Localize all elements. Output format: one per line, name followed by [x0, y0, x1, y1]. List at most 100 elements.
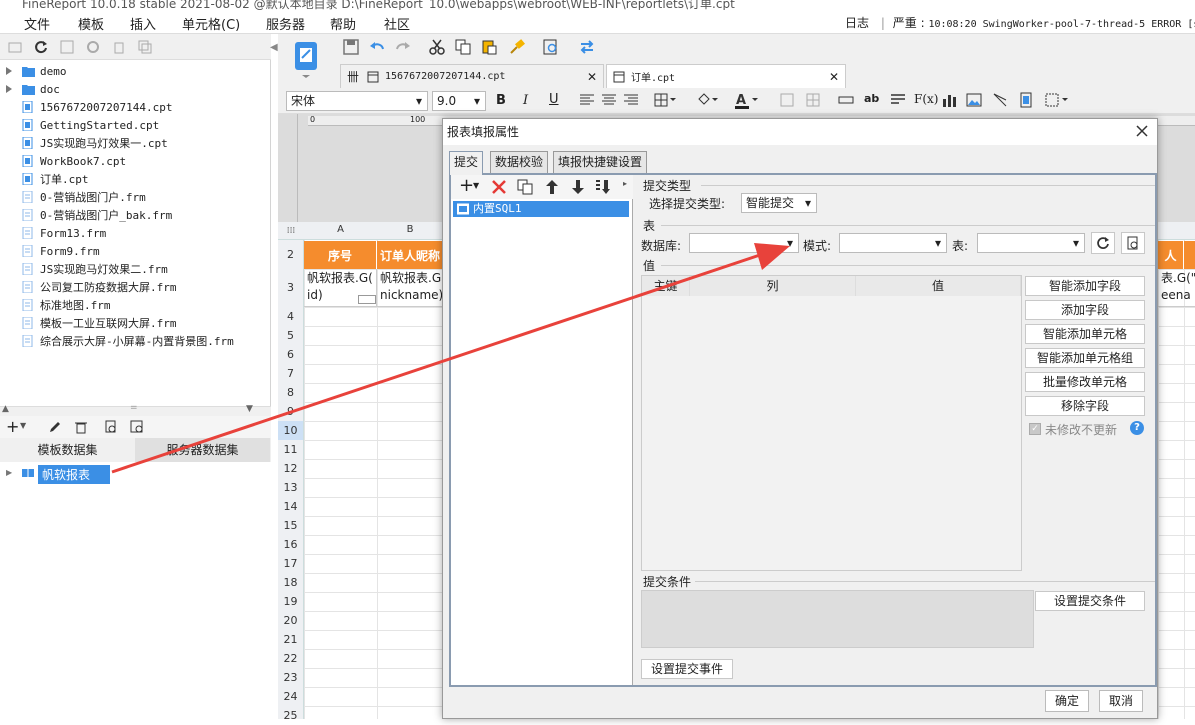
column-primary-key[interactable]: 主键 — [642, 276, 690, 296]
add-icon[interactable]: + — [459, 175, 474, 196]
tree-item[interactable]: 订单.cpt — [0, 170, 270, 188]
tab-server-dataset[interactable]: 服务器数据集 — [135, 438, 270, 462]
submit-type-select[interactable]: 智能提交 ▾ — [741, 193, 817, 213]
row-header-cell[interactable]: 18 — [278, 573, 303, 592]
database-select[interactable]: ▾ — [689, 233, 799, 253]
set-condition-button[interactable]: 设置提交条件 — [1035, 591, 1145, 611]
schema-select[interactable]: ▾ — [839, 233, 947, 253]
preview-icon[interactable] — [542, 38, 560, 56]
tree-item[interactable]: Form9.frm — [0, 242, 270, 260]
tree-item[interactable]: GettingStarted.cpt — [0, 116, 270, 134]
menu-community[interactable]: 社区 — [384, 14, 410, 33]
tree-item[interactable]: 公司复工防疫数据大屏.frm — [0, 278, 270, 296]
tab-shortcut-settings[interactable]: 填报快捷键设置 — [553, 151, 648, 173]
smart-add-field-button[interactable]: 智能添加字段 — [1025, 276, 1145, 296]
collapse-left-icon[interactable]: ◀ — [270, 42, 278, 53]
row-header-cell[interactable]: 21 — [278, 630, 303, 649]
menu-template[interactable]: 模板 — [78, 14, 104, 33]
row-header-cell[interactable]: 16 — [278, 535, 303, 554]
delete-dataset-icon[interactable] — [74, 420, 88, 434]
dataset-item[interactable]: 帆软报表 — [38, 465, 110, 484]
save-icon[interactable] — [342, 38, 360, 56]
refresh-icon[interactable] — [34, 40, 48, 54]
font-family-select[interactable]: 宋体 ▾ — [286, 91, 428, 111]
tree-item[interactable]: 模板一工业互联网大屏.frm — [0, 314, 270, 332]
textfield-icon[interactable] — [838, 93, 854, 107]
fill-color-icon[interactable] — [696, 93, 718, 107]
menu-insert[interactable]: 插入 — [130, 14, 156, 33]
align-center-icon[interactable] — [602, 94, 616, 106]
row-header-cell[interactable]: 8 — [278, 383, 303, 402]
column-a[interactable]: A — [304, 224, 377, 235]
table-select[interactable]: ▾ — [977, 233, 1085, 253]
multiline-icon[interactable] — [890, 93, 906, 107]
tree-item[interactable]: 0-营销战图门户_bak.frm — [0, 206, 270, 224]
row-header-cell[interactable]: 2 — [278, 241, 303, 269]
bold-icon[interactable]: B — [496, 93, 506, 108]
row-header-cell[interactable]: 4 — [278, 307, 303, 326]
copy-icon[interactable] — [138, 40, 152, 54]
row-header-cell[interactable]: 14 — [278, 497, 303, 516]
log-label[interactable]: 日志 — [845, 16, 869, 30]
column-field[interactable]: 列 — [690, 276, 856, 296]
cell-right-header-2[interactable] — [1184, 241, 1195, 269]
expand-arrow-icon[interactable] — [6, 85, 12, 93]
menu-cell[interactable]: 单元格(C) — [182, 14, 240, 33]
row-header-cell[interactable]: 20 — [278, 611, 303, 630]
tab-data-validation[interactable]: 数据校验 — [490, 151, 549, 173]
edit-icon[interactable] — [48, 420, 62, 434]
align-left-icon[interactable] — [580, 94, 594, 106]
tree-item[interactable]: 0-营销战图门户.frm — [0, 188, 270, 206]
value-table[interactable]: 主键 列 值 — [641, 275, 1022, 571]
paste-icon[interactable] — [480, 38, 498, 56]
expand-arrow-icon[interactable] — [6, 67, 12, 75]
chart-icon[interactable] — [942, 92, 958, 108]
undo-icon[interactable] — [368, 38, 386, 56]
menu-help[interactable]: 帮助 — [330, 14, 356, 33]
cell-right-header[interactable]: 人 — [1158, 241, 1184, 269]
tree-item[interactable]: 综合展示大屏-小屏幕-内置背景图.frm — [0, 332, 270, 350]
formula-icon[interactable]: F(x) — [914, 92, 938, 106]
more-icon[interactable]: ▸ — [623, 179, 627, 188]
row-header-cell[interactable]: 3 — [278, 269, 303, 307]
cell-b2[interactable]: 订单人昵称 — [377, 241, 443, 269]
panel-splitter[interactable]: ▲ = ▼ — [0, 403, 271, 416]
close-tab-icon[interactable]: ✕ — [587, 70, 597, 84]
italic-icon[interactable]: I — [523, 93, 528, 108]
row-header-cell[interactable]: 5 — [278, 326, 303, 345]
smart-add-cell-button[interactable]: 智能添加单元格 — [1025, 324, 1145, 344]
copy-icon[interactable] — [454, 38, 472, 56]
close-icon[interactable] — [1135, 124, 1149, 138]
preview-dataset-icon[interactable] — [104, 420, 118, 434]
underline-icon[interactable]: U — [549, 92, 559, 107]
border-icon[interactable] — [654, 93, 676, 107]
template-type-icon[interactable] — [292, 40, 320, 80]
row-header-cell[interactable]: 19 — [278, 592, 303, 611]
delete-icon[interactable] — [491, 179, 507, 195]
tab-doc-2[interactable]: 订单.cpt ✕ — [606, 64, 846, 88]
merge-cells-icon[interactable] — [780, 93, 794, 107]
show-type-icon[interactable] — [60, 40, 74, 54]
smart-add-cell-group-button[interactable]: 智能添加单元格组 — [1025, 348, 1145, 368]
tree-item[interactable]: Form13.frm — [0, 224, 270, 242]
row-header-cell[interactable]: 25 — [278, 706, 303, 725]
row-header-cell[interactable]: 12 — [278, 459, 303, 478]
tree-item[interactable]: JS实现跑马灯效果一.cpt — [0, 134, 270, 152]
condition-box[interactable] — [641, 590, 1034, 648]
align-right-icon[interactable] — [624, 94, 638, 106]
ok-button[interactable]: 确定 — [1045, 690, 1089, 712]
add-dataset-icon[interactable]: + — [6, 417, 19, 436]
row-header-cell[interactable]: 7 — [278, 364, 303, 383]
unmodified-checkbox[interactable]: ✓ — [1029, 423, 1041, 435]
text-icon[interactable]: ab — [864, 92, 879, 105]
row-header-cell[interactable]: 17 — [278, 554, 303, 573]
redo-icon[interactable] — [394, 38, 412, 56]
help-icon[interactable]: ? — [1130, 421, 1144, 435]
row-header-cell[interactable]: 15 — [278, 516, 303, 535]
cell-b3[interactable]: 帆软报表.G( nickname) — [377, 269, 443, 307]
row-header-cell[interactable]: 11 — [278, 440, 303, 459]
tree-item[interactable]: 1567672007207144.cpt — [0, 98, 270, 116]
refresh-button[interactable] — [1091, 232, 1115, 254]
set-event-button[interactable]: 设置提交事件 — [641, 659, 733, 679]
tab-doc-1[interactable]: 卌 1567672007207144.cpt ✕ — [340, 64, 604, 88]
